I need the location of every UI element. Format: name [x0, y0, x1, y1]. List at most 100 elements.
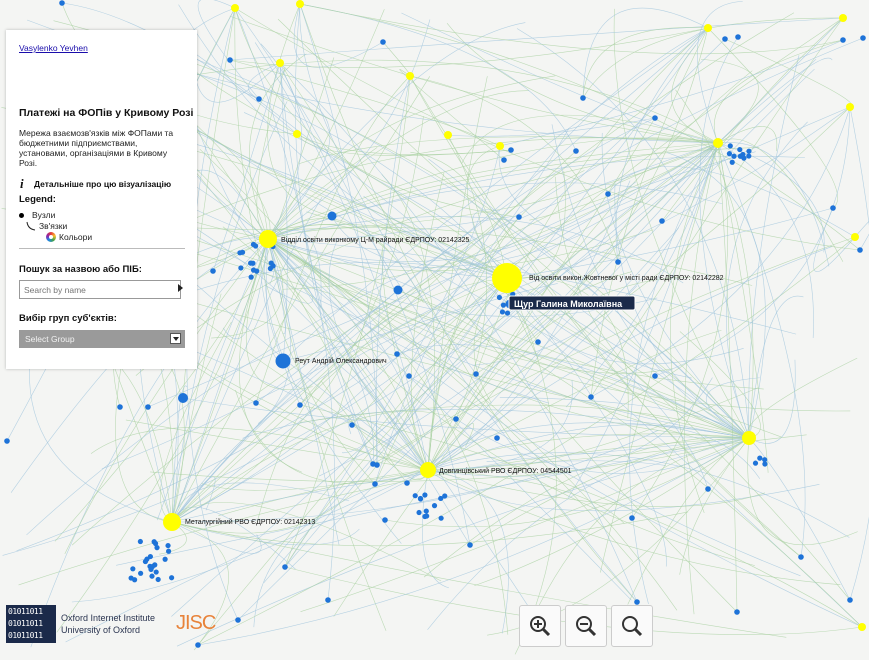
graph-edge — [854, 220, 869, 251]
chevron-down-icon — [170, 333, 181, 344]
info-link[interactable]: i Детальніше про цю візуалізацію — [20, 176, 171, 192]
graph-edge — [299, 3, 844, 55]
search-input[interactable] — [19, 280, 181, 299]
person-node — [860, 35, 866, 41]
graph-edge — [397, 289, 863, 628]
person-node — [438, 495, 444, 502]
budget-node — [858, 623, 866, 631]
person-node — [840, 37, 846, 43]
person-node — [154, 545, 160, 551]
person-node — [605, 191, 611, 197]
person-node — [227, 57, 233, 63]
person-node — [857, 247, 863, 253]
person-node — [147, 553, 153, 560]
graph-edge — [506, 170, 566, 280]
person-node — [370, 461, 376, 467]
person-node — [404, 480, 410, 486]
person-node — [516, 214, 522, 220]
node-label-viddil-osvity-ts-m[interactable]: Відділ освіти виконкому Ц-М райради ЄДРП… — [281, 236, 470, 244]
author-link[interactable]: Vasylenko Yevhen — [19, 43, 88, 53]
person-node — [722, 36, 728, 42]
person-node — [151, 539, 157, 545]
graph-edge — [582, 27, 709, 99]
budget-node — [444, 131, 452, 139]
graph-edge — [421, 469, 449, 589]
group-select[interactable]: Select Group — [19, 330, 185, 348]
budget-node — [846, 103, 854, 111]
graph-edge — [29, 346, 173, 523]
graph-edge — [401, 12, 719, 144]
page-title: Платежі на ФОПів у Кривому Розі — [19, 107, 194, 119]
group-select-label: Вибір груп суб'єктів: — [19, 313, 117, 324]
graph-edge — [279, 62, 374, 465]
person-node — [250, 260, 256, 266]
graph-edge — [267, 238, 678, 611]
person-node — [210, 268, 216, 274]
zoom-in-icon — [530, 616, 551, 637]
graph-edge — [747, 437, 858, 546]
person-node — [500, 302, 507, 308]
person-node — [798, 554, 804, 560]
person-node — [499, 309, 506, 315]
person-node — [615, 259, 621, 265]
budget-node — [293, 130, 301, 138]
person-node — [412, 493, 418, 499]
oxford-binary-logo: 01011011 01011011 01011011 — [6, 605, 56, 643]
graph-edge — [372, 106, 851, 465]
person-node — [149, 573, 155, 579]
legend-nodes-label: Вузли — [32, 210, 56, 220]
person-node — [297, 402, 303, 408]
jisc-logo[interactable]: JISC — [176, 612, 216, 635]
graph-edge — [717, 142, 738, 613]
person-node — [149, 564, 156, 570]
person-node — [634, 599, 640, 605]
person-node — [731, 153, 737, 159]
legend-nodes: Вузли — [19, 210, 55, 220]
graph-edge — [582, 17, 844, 99]
person-node — [327, 211, 337, 221]
person-node — [629, 515, 635, 521]
zoom-in-button[interactable] — [519, 605, 561, 647]
person-node — [588, 394, 594, 400]
search-submit-arrow-icon[interactable] — [178, 284, 183, 292]
oxford-logo[interactable]: 01011011 01011011 01011011 Oxford Intern… — [6, 605, 155, 643]
node-label-reut-andrii[interactable]: Реут Андрій Олександрович — [295, 357, 387, 365]
person-node — [393, 285, 403, 295]
person-node-reut — [275, 353, 291, 369]
person-node — [453, 416, 459, 422]
person-node — [735, 34, 741, 40]
person-node — [349, 422, 355, 428]
person-node — [252, 243, 259, 249]
person-node — [494, 435, 500, 441]
budget-node — [704, 24, 712, 32]
person-node — [239, 249, 246, 255]
graph-edge — [590, 27, 709, 398]
person-node — [580, 95, 586, 101]
person-node — [423, 508, 429, 514]
person-node — [535, 339, 541, 345]
person-node — [746, 148, 752, 154]
oxford-logo-text: Oxford Internet Institute University of … — [61, 612, 155, 636]
person-node — [417, 495, 424, 502]
graph-edge — [229, 17, 844, 61]
person-node — [282, 564, 288, 570]
highlighted-node-label[interactable]: Щур Галина Миколаївна — [508, 295, 636, 311]
person-node — [117, 404, 123, 410]
color-wheel-icon — [46, 232, 56, 242]
graph-edge — [249, 53, 307, 240]
zoom-out-button[interactable] — [565, 605, 607, 647]
person-node — [652, 373, 658, 379]
graph-edge — [299, 3, 577, 152]
info-link-label: Детальніше про цю візуалізацію — [34, 179, 172, 189]
zoom-reset-button[interactable] — [611, 605, 653, 647]
node-label-vid-osvity-zhovtnevoi[interactable]: Від освіти викон.Жовтневої у місті ради … — [529, 274, 724, 282]
person-node — [137, 538, 143, 545]
person-node — [4, 438, 10, 444]
legend-colors: Кольори — [46, 232, 92, 242]
node-label-dovhyntsivskyi-rvo[interactable]: Довгинцівський РВО ЄДРПОУ: 04544501 — [439, 467, 572, 475]
person-node — [431, 503, 438, 509]
graph-edge — [267, 22, 526, 240]
person-node — [195, 642, 201, 648]
node-label-metalurhiinyi-rvo[interactable]: Металургійний РВО ЄДРПОУ: 02142313 — [185, 518, 315, 526]
person-node — [424, 513, 430, 519]
